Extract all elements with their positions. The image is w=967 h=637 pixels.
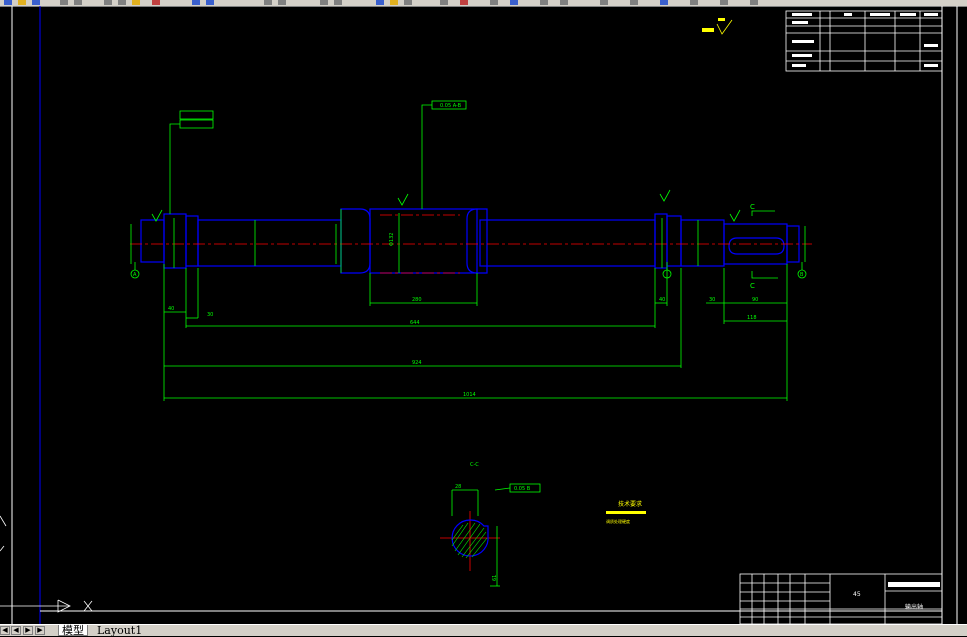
sheet-set-icon[interactable] [440, 0, 448, 5]
dim-left-end: 40 [168, 306, 174, 312]
section-view: C-C 28 61 [440, 462, 500, 587]
dimension-texts: 40 30 280 40 30 90 118 644 924 1014 [168, 297, 758, 398]
redo-icon[interactable] [206, 0, 214, 5]
layer-state-icon[interactable] [560, 0, 568, 5]
dim-overall-2: 1014 [463, 392, 476, 398]
dim-key-offset: 30 [709, 297, 715, 303]
dimensions [130, 209, 806, 401]
save-icon[interactable] [32, 0, 40, 5]
section-tol-text: 0.05 B [514, 486, 531, 492]
section-markers [751, 210, 778, 279]
tab-model[interactable]: 模型 [58, 625, 88, 636]
gear-diameter-note: Φ132 [389, 233, 395, 246]
design-center-icon[interactable] [390, 0, 398, 5]
shaft-outline [140, 208, 800, 274]
prev-icon[interactable]: ◀ [11, 626, 21, 635]
drawing-canvas[interactable]: 40 30 280 40 30 90 118 644 924 1014 A B … [0, 6, 967, 624]
zoom-icon[interactable] [278, 0, 286, 5]
first-icon[interactable]: ◀ [0, 626, 10, 635]
tech-req-line: 调质处理硬度 [606, 518, 630, 524]
roughness-symbols [151, 189, 741, 222]
properties-icon[interactable] [376, 0, 384, 5]
dim-style-icon[interactable] [720, 0, 728, 5]
preview-icon[interactable] [74, 0, 82, 5]
dim-gear-width: 280 [412, 297, 422, 303]
new-file-icon[interactable] [4, 0, 12, 5]
dim-key-length: 90 [752, 297, 758, 303]
datum-b-label: B [800, 272, 804, 278]
section-title: C-C [470, 462, 479, 468]
dim-shoulder: 30 [207, 312, 213, 318]
title-block [739, 573, 943, 624]
tech-req-title: 技术要求 [618, 500, 642, 508]
tool-palette-icon[interactable] [404, 0, 412, 5]
section-keywidth: 28 [455, 484, 461, 490]
lineweight-icon[interactable] [660, 0, 668, 5]
zoom-window-icon[interactable] [320, 0, 328, 5]
title-material: 45 [853, 591, 861, 598]
open-icon[interactable] [18, 0, 26, 5]
layer-icon[interactable] [540, 0, 548, 5]
section-marker-top: C [750, 203, 755, 211]
zoom-previous-icon[interactable] [334, 0, 342, 5]
technical-requirements: 技术要求 调质处理硬度 [606, 500, 646, 524]
print-icon[interactable] [60, 0, 68, 5]
drawing-frame [11, 6, 958, 624]
undo-icon[interactable] [192, 0, 200, 5]
markup-icon[interactable] [460, 0, 468, 5]
title-part-name: 输出轴 [905, 603, 923, 611]
centerline [130, 214, 812, 274]
pan-icon[interactable] [264, 0, 272, 5]
tolerance-frames [169, 100, 541, 493]
dim-overall-1: 924 [412, 360, 422, 366]
tab-layout1[interactable]: Layout1 [94, 625, 145, 636]
last-icon[interactable]: ▶ [35, 626, 45, 635]
match-prop-icon[interactable] [152, 0, 160, 5]
paste-icon[interactable] [132, 0, 140, 5]
plot-style-icon[interactable] [690, 0, 698, 5]
dim-right-end: 40 [659, 297, 665, 303]
roughness-note [702, 18, 733, 35]
section-depth: 61 [492, 575, 498, 581]
cut-icon[interactable] [104, 0, 112, 5]
ucs-icon [0, 515, 93, 613]
dim-mid-span: 644 [410, 320, 420, 326]
runout-frame-text: 0.05 A-B [440, 103, 462, 109]
next-icon[interactable]: ▶ [23, 626, 33, 635]
calc-icon[interactable] [490, 0, 498, 5]
layout-tab-bar: ◀ ◀ ▶ ▶ 模型 Layout1 [0, 624, 967, 636]
text-style-icon[interactable] [750, 0, 758, 5]
dim-key-total: 118 [747, 315, 757, 321]
datum-a-label: A [133, 272, 137, 278]
copy-icon[interactable] [118, 0, 126, 5]
color-icon[interactable] [600, 0, 608, 5]
help-icon[interactable] [510, 0, 518, 5]
parameter-table [785, 10, 943, 72]
linetype-icon[interactable] [630, 0, 638, 5]
section-marker-bottom: C [750, 282, 755, 290]
